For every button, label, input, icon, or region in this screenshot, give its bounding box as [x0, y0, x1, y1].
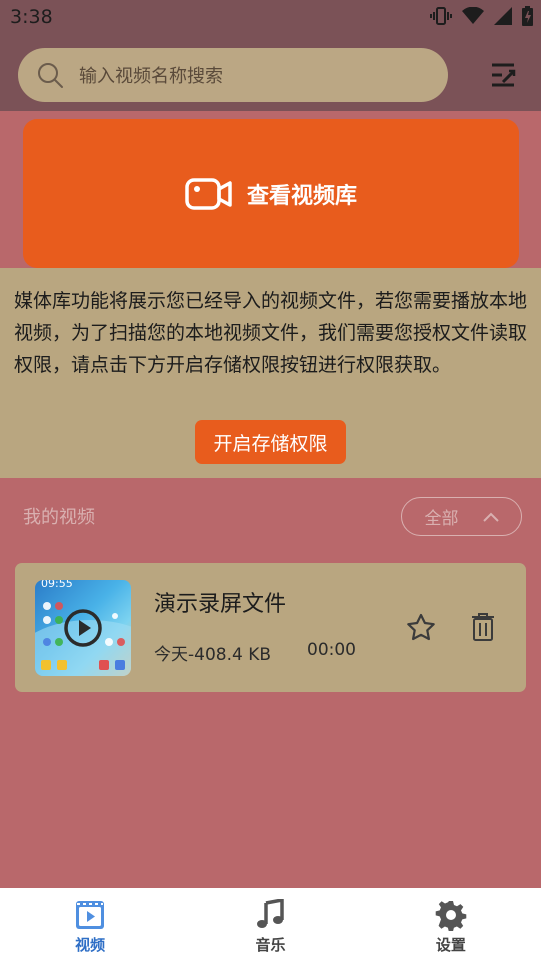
view-video-library-label: 查看视频库: [246, 183, 357, 209]
tab-settings-label: 设置: [435, 936, 466, 954]
list-item[interactable]: 09:55 演示录屏文件 今天-408.4 KB 00:00: [15, 563, 526, 692]
gear-icon: [435, 901, 467, 931]
top-bar: 3:38 输入视频名称搜索: [0, 0, 541, 111]
video-camera-icon: [185, 177, 232, 210]
delete-trash-icon[interactable]: [470, 612, 496, 642]
video-icon: [76, 901, 105, 929]
search-icon: [38, 63, 63, 88]
chevron-up-icon: [482, 512, 499, 522]
search-placeholder: 输入视频名称搜索: [79, 66, 223, 87]
video-title: 演示录屏文件: [154, 592, 287, 617]
video-thumbnail[interactable]: 09:55: [35, 580, 131, 676]
video-date-size: 今天-408.4 KB: [154, 645, 272, 665]
tab-video-label: 视频: [75, 936, 106, 954]
cell-signal-icon: [494, 7, 512, 25]
favorite-star-icon[interactable]: [405, 612, 437, 644]
tab-music-label: 音乐: [255, 936, 286, 954]
bottom-navigation: 视频 音乐 设置: [0, 888, 541, 961]
battery-icon: [522, 6, 533, 26]
status-time: 3:38: [10, 6, 53, 28]
sort-menu-icon[interactable]: [489, 61, 517, 89]
music-note-icon: [257, 899, 285, 928]
filter-label: 全部: [424, 509, 459, 529]
status-bar: 3:38: [0, 0, 541, 36]
status-icons: [430, 6, 533, 26]
enable-storage-permission-button[interactable]: 开启存储权限: [195, 420, 346, 464]
tab-video[interactable]: 视频: [0, 888, 180, 961]
my-videos-title: 我的视频: [23, 507, 95, 528]
video-duration: 00:00: [307, 640, 356, 660]
tab-music[interactable]: 音乐: [180, 888, 360, 961]
permission-panel: 媒体库功能将展示您已经导入的视频文件，若您需要播放本地视频，为了扫描您的本地视频…: [0, 268, 541, 478]
search-input[interactable]: 输入视频名称搜索: [18, 48, 448, 102]
permission-description: 媒体库功能将展示您已经导入的视频文件，若您需要播放本地视频，为了扫描您的本地视频…: [14, 290, 528, 376]
play-icon[interactable]: [63, 608, 103, 648]
filter-dropdown[interactable]: 全部: [401, 497, 522, 536]
tab-settings[interactable]: 设置: [361, 888, 541, 961]
view-video-library-button[interactable]: 查看视频库: [23, 119, 519, 268]
wifi-icon: [462, 7, 484, 24]
vibrate-icon: [430, 7, 452, 25]
